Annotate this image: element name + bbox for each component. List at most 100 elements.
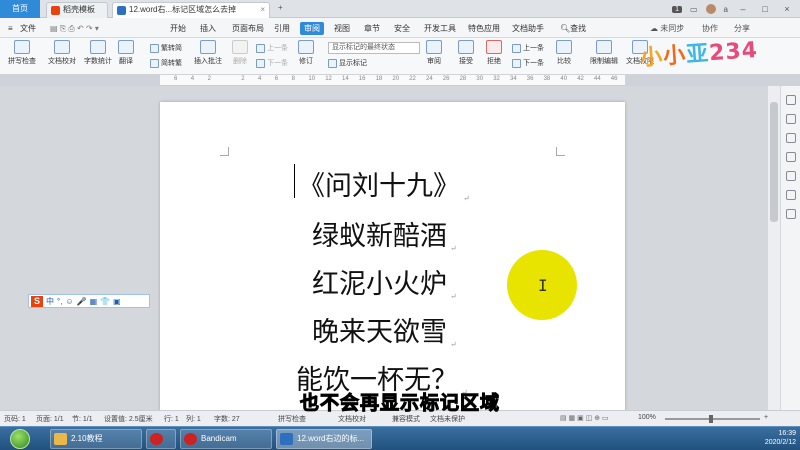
simp-to-trad-button[interactable]: 简转繁 (150, 58, 182, 68)
prev-change-button[interactable]: 上一条 (512, 43, 544, 53)
menu-chapter[interactable]: 章节 (360, 22, 384, 35)
next-change-button[interactable]: 下一条 (512, 58, 544, 68)
menu-insert[interactable]: 插入 (196, 22, 220, 35)
menu-start[interactable]: 开始 (166, 22, 190, 35)
skin-icon[interactable]: 👕 (100, 297, 110, 306)
status-spell[interactable]: 拼写检查 (278, 414, 306, 424)
quick-toolbar[interactable]: ▤ ⎘ ⎙ ↶ ↷ ▾ (46, 22, 103, 35)
close-icon[interactable]: × (780, 4, 794, 14)
compare-button[interactable]: 比较 (556, 40, 572, 66)
notification-badge[interactable]: 1 (672, 5, 682, 13)
layout-icon[interactable]: ▭ (690, 5, 698, 14)
ime-lang-toggle[interactable]: 中 (46, 296, 54, 307)
microphone-icon[interactable]: 🎤 (77, 297, 87, 306)
menu-security[interactable]: 安全 (390, 22, 414, 35)
tab-daoke-template[interactable]: 稻壳模板 (46, 2, 108, 18)
menu-page-layout[interactable]: 页面布局 (228, 22, 268, 35)
taskbar-label: 2.10教程 (71, 434, 103, 443)
reject-label: 拒绝 (487, 58, 501, 65)
insert-comment-button[interactable]: 插入批注 (194, 40, 222, 66)
translate-button[interactable]: 翻译 (118, 40, 134, 66)
system-tray[interactable]: 16:39 2020/2/12 (765, 429, 796, 447)
backup-icon[interactable] (785, 171, 796, 181)
right-tool-panel (780, 86, 800, 410)
ime-toolbar[interactable]: S 中 °, ☺ 🎤 ▦ 👕 ▣ (28, 294, 150, 308)
share-icon[interactable] (785, 190, 796, 200)
reviewer-label: 审阅 (427, 58, 441, 65)
ruler-tick: 22 (409, 76, 416, 82)
select-icon[interactable] (785, 114, 796, 124)
menu-file[interactable]: 文件 (16, 22, 40, 35)
close-tab-icon[interactable]: × (260, 3, 265, 17)
restrict-edit-button[interactable]: 限制编辑 (590, 40, 618, 66)
user-name[interactable]: a (724, 5, 728, 14)
status-page-no[interactable]: 页码: 1 (4, 414, 26, 424)
horizontal-ruler[interactable]: 6 4 2 2 4 6 8 10 12 14 16 18 20 22 24 26 28 30 32 34 36 38 40 4… (160, 75, 625, 86)
reviewer-button[interactable]: 审阅 (426, 40, 442, 66)
doc-proof-icon (54, 40, 70, 54)
sogou-logo-icon[interactable]: S (31, 295, 43, 307)
taskbar-item-bandicam[interactable]: Bandicam (180, 429, 272, 449)
taskbar-item-folder[interactable]: 2.10教程 (50, 429, 142, 449)
status-setting[interactable]: 设置值: 2.5厘米 (104, 414, 153, 424)
prev-comment-button[interactable]: 上一条 (256, 43, 288, 53)
show-markup-button[interactable]: 显示标记 (328, 58, 367, 68)
menu-developer[interactable]: 开发工具 (420, 22, 460, 35)
home-tab[interactable]: 首页 (0, 0, 40, 18)
view-mode-icons[interactable]: ▤ ▦ ▣ ◫ ⊕ ▭ (560, 414, 609, 422)
trad-to-simp-button[interactable]: 繁转简 (150, 43, 182, 53)
doc-proof-button[interactable]: 文档校对 (48, 40, 76, 66)
scroll-thumb[interactable] (770, 102, 778, 222)
margin-corner (220, 147, 229, 156)
accept-button[interactable]: 接受 (458, 40, 474, 66)
punctuation-icon[interactable]: °, (57, 297, 62, 306)
track-changes-button[interactable]: 修订 (298, 40, 314, 66)
toolbox-icon[interactable]: ▣ (113, 297, 121, 306)
maximize-icon[interactable]: □ (758, 4, 772, 14)
poem-title[interactable]: 《问刘十九》 ↵ (160, 164, 625, 203)
shape-icon[interactable] (785, 152, 796, 162)
vertical-scrollbar[interactable] (768, 86, 780, 410)
hamburger-icon[interactable]: ≡ (4, 22, 17, 35)
keyboard-icon[interactable]: ▦ (90, 297, 98, 306)
help-icon[interactable] (785, 209, 796, 219)
markup-display-select[interactable]: 显示标记的最终状态 (328, 42, 420, 54)
delete-comment-button[interactable]: 删除 (232, 40, 248, 66)
taskbar-item-wps[interactable]: 12.word右边的标... (276, 429, 372, 449)
menu-view[interactable]: 视图 (330, 22, 354, 35)
status-col[interactable]: 列: 1 (186, 414, 201, 424)
status-proof[interactable]: 文档校对 (338, 414, 366, 424)
avatar[interactable] (705, 4, 716, 14)
format-icon[interactable] (785, 133, 796, 143)
emoji-icon[interactable]: ☺ (65, 297, 73, 306)
menu-doc-assistant[interactable]: 文档助手 (508, 22, 548, 35)
search-menu[interactable]: 🔍︎查找 (556, 22, 590, 35)
zoom-slider[interactable] (665, 415, 760, 423)
taskbar-item-record[interactable] (146, 429, 176, 449)
spell-check-button[interactable]: 拼写检查 (8, 40, 36, 66)
status-protect[interactable]: 文档未保护 (430, 414, 465, 424)
new-tab-button[interactable]: + (274, 1, 287, 14)
status-pages[interactable]: 页面: 1/1 (36, 414, 64, 424)
tab-document[interactable]: 12.word右...标记区域怎么去掉 × (112, 2, 270, 18)
zoom-level[interactable]: 100% (638, 414, 656, 421)
reject-button[interactable]: 拒绝 (486, 40, 502, 66)
sync-status[interactable]: ☁ 未同步 (646, 22, 688, 35)
status-compat[interactable]: 兼容模式 (392, 414, 420, 424)
minimize-icon[interactable]: – (736, 4, 750, 14)
zoom-slider-knob[interactable] (709, 415, 713, 423)
start-button[interactable] (2, 428, 38, 450)
menu-review[interactable]: 审阅 (300, 22, 324, 35)
menu-reference[interactable]: 引用 (270, 22, 294, 35)
style-panel-icon[interactable] (785, 95, 796, 105)
word-count-button[interactable]: 字数统计 (84, 40, 112, 66)
next-comment-button[interactable]: 下一条 (256, 58, 288, 68)
menu-features[interactable]: 特色应用 (464, 22, 504, 35)
status-section[interactable]: 节: 1/1 (72, 414, 93, 424)
poem-line-1[interactable]: 绿蚁新醅酒 ↵ (160, 214, 625, 253)
status-words[interactable]: 字数: 27 (214, 414, 240, 424)
accept-label: 接受 (459, 58, 473, 65)
zoom-in-icon[interactable]: + (764, 414, 768, 421)
status-row[interactable]: 行: 1 (164, 414, 179, 424)
collab-button[interactable]: 协作 (698, 22, 722, 35)
